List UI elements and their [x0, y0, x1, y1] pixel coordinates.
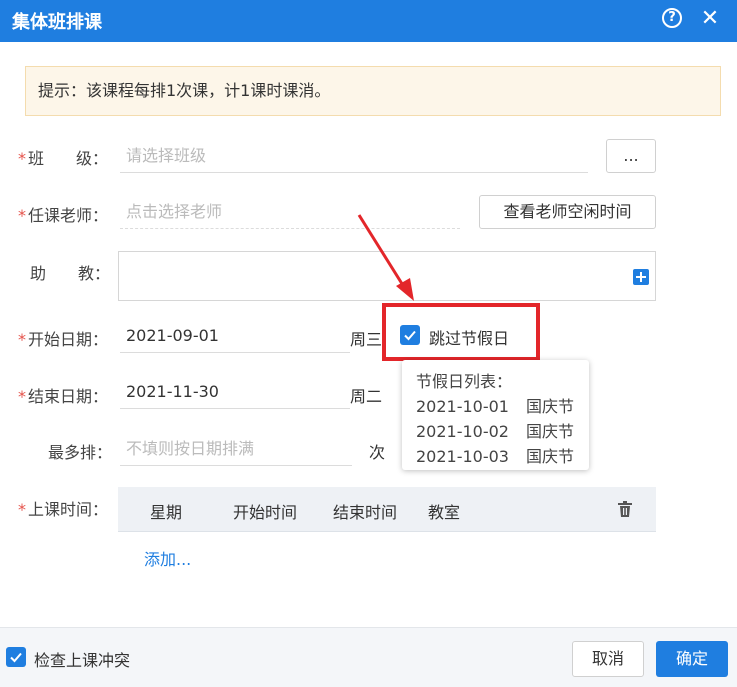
class-field[interactable]: 请选择班级: [120, 139, 588, 173]
teacher-label: * 任课老师：: [18, 206, 109, 225]
holiday-popover: 节假日列表： 2021-10-01 国庆节 2021-10-02 国庆节 2021-…: [402, 360, 589, 470]
class-label: * 班 级：: [18, 149, 109, 168]
start-date-label: * 开始日期：: [18, 330, 109, 349]
skip-holidays-checkbox[interactable]: [400, 325, 420, 345]
hint-banner: 提示：该课程每排1次课，计1课时课消。: [25, 66, 721, 116]
end-weekday: 周二: [350, 387, 383, 406]
end-date-label: * 结束日期：: [18, 387, 109, 406]
assistant-label: 助 教：: [30, 264, 111, 283]
schedule-label: * 上课时间：: [18, 500, 109, 519]
max-sessions-label: 最多排：: [48, 443, 113, 462]
help-icon[interactable]: ?: [662, 8, 682, 28]
cancel-button[interactable]: 取消: [572, 641, 644, 677]
holiday-popover-title: 节假日列表：: [416, 372, 513, 391]
trash-icon[interactable]: [618, 501, 632, 517]
max-sessions-input[interactable]: 不填则按日期排满: [120, 432, 352, 466]
check-conflict-checkbox[interactable]: [6, 647, 26, 667]
column-classroom: 教室: [428, 503, 461, 522]
holiday-item: 2021-10-02 国庆节: [416, 422, 575, 441]
column-end-time: 结束时间: [333, 503, 398, 522]
confirm-button[interactable]: 确定: [656, 641, 728, 677]
dialog-title: 集体班排课: [12, 12, 102, 33]
holiday-item: 2021-10-03 国庆节: [416, 447, 575, 466]
check-icon: [10, 652, 22, 663]
teacher-free-time-button[interactable]: 查看老师空闲时间: [479, 195, 656, 229]
schedule-table-header: 星期 开始时间 结束时间 教室: [118, 487, 656, 532]
plus-icon[interactable]: [633, 269, 649, 285]
check-conflict-label[interactable]: 检查上课冲突: [34, 647, 130, 671]
class-browse-button[interactable]: ...: [606, 139, 656, 173]
teacher-field[interactable]: 点击选择老师: [120, 195, 460, 229]
dialog-titlebar: 集体班排课 ? ✕: [0, 0, 737, 42]
start-date-input[interactable]: 2021-09-01: [120, 319, 350, 353]
column-start-time: 开始时间: [233, 503, 298, 522]
column-weekday: 星期: [150, 503, 183, 522]
close-icon[interactable]: ✕: [700, 7, 720, 31]
holiday-item: 2021-10-01 国庆节: [416, 397, 575, 416]
start-weekday: 周三: [350, 330, 383, 349]
max-sessions-unit: 次: [369, 443, 386, 462]
add-schedule-link[interactable]: 添加...: [144, 546, 191, 570]
check-icon: [404, 330, 416, 341]
end-date-input[interactable]: 2021-11-30: [120, 375, 350, 409]
assistant-field[interactable]: [118, 251, 656, 301]
skip-holidays-label[interactable]: 跳过节假日: [429, 325, 509, 349]
